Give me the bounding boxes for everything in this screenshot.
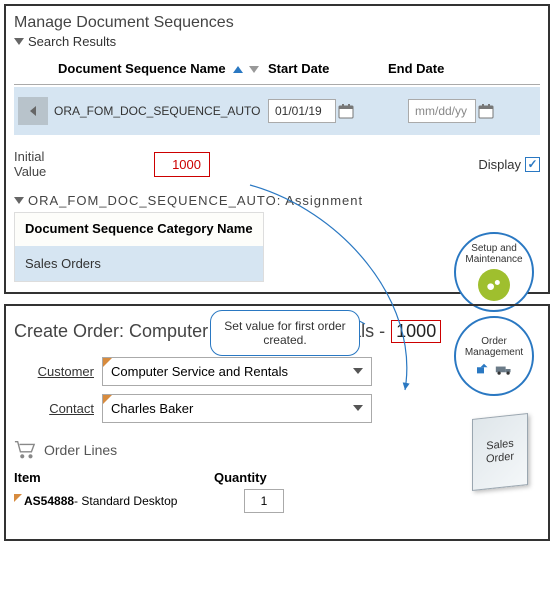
line-row: AS54888- Standard Desktop 1 [14, 489, 540, 513]
col-seq-name[interactable]: Document Sequence Name [18, 61, 268, 76]
required-corner-icon [103, 358, 112, 367]
display-label: Display [478, 157, 521, 172]
lines-header: Item Quantity [14, 470, 540, 485]
chevron-down-icon [353, 405, 363, 411]
page-title: Manage Document Sequences [14, 14, 540, 32]
col-item: Item [14, 470, 214, 485]
contact-dropdown[interactable]: Charles Baker [102, 394, 372, 423]
customer-dropdown[interactable]: Computer Service and Rentals [102, 357, 372, 386]
initial-value-input[interactable]: 1000 [154, 152, 210, 177]
quantity-input[interactable]: 1 [244, 489, 284, 513]
cart-icon [14, 439, 36, 462]
search-results-label: Search Results [28, 34, 116, 49]
chevron-left-icon [30, 106, 36, 116]
display-checkbox[interactable]: ✓ [525, 157, 540, 172]
callout-tooltip: Set value for first order created. [210, 310, 360, 356]
order-lines-heading: Order Lines [14, 439, 540, 462]
order-management-badge[interactable]: Order Management [454, 316, 534, 396]
sort-desc-icon[interactable] [249, 66, 259, 73]
calendar-icon[interactable] [478, 103, 494, 119]
col-qty: Quantity [214, 470, 294, 485]
initial-value-row: InitialValue 1000 Display ✓ [14, 149, 540, 179]
end-date-input[interactable]: mm/dd/yy [408, 99, 476, 123]
table-row[interactable]: ORA_FOM_DOC_SEQUENCE_AUTO 01/01/19 mm/dd… [14, 87, 540, 135]
required-corner-icon [103, 395, 112, 404]
customer-label: Customer [14, 364, 94, 379]
initial-value-label: InitialValue [14, 149, 74, 179]
logistics-icon [475, 362, 513, 376]
row-expand-handle[interactable] [18, 97, 48, 125]
contact-label: Contact [14, 401, 94, 416]
gears-icon [478, 269, 510, 301]
sales-order-card[interactable]: SalesOrder [472, 413, 528, 491]
chevron-down-icon[interactable] [14, 38, 24, 45]
assignment-heading: ORA_FOM_DOC_SEQUENCE_AUTO: Assignment [14, 193, 540, 208]
cell-item: AS54888- Standard Desktop [14, 494, 214, 508]
required-corner-icon [14, 494, 22, 502]
table-header: Document Sequence Name Start Date End Da… [14, 53, 540, 85]
col-start-date[interactable]: Start Date [268, 61, 388, 76]
manage-sequences-panel: Manage Document Sequences Search Results… [4, 4, 550, 294]
sort-asc-icon[interactable] [233, 66, 243, 73]
category-header: Document Sequence Category Name [14, 212, 264, 246]
cell-seq-name: ORA_FOM_DOC_SEQUENCE_AUTO [54, 104, 268, 118]
setup-maintenance-badge[interactable]: Setup and Maintenance [454, 232, 534, 312]
order-number-highlight: 1000 [391, 320, 441, 343]
category-row[interactable]: Sales Orders [14, 246, 264, 282]
search-results-heading: Search Results [14, 34, 540, 49]
chevron-down-icon [353, 368, 363, 374]
chevron-down-icon[interactable] [14, 197, 24, 204]
start-date-input[interactable]: 01/01/19 [268, 99, 336, 123]
col-end-date[interactable]: End Date [388, 61, 488, 76]
calendar-icon[interactable] [338, 103, 354, 119]
